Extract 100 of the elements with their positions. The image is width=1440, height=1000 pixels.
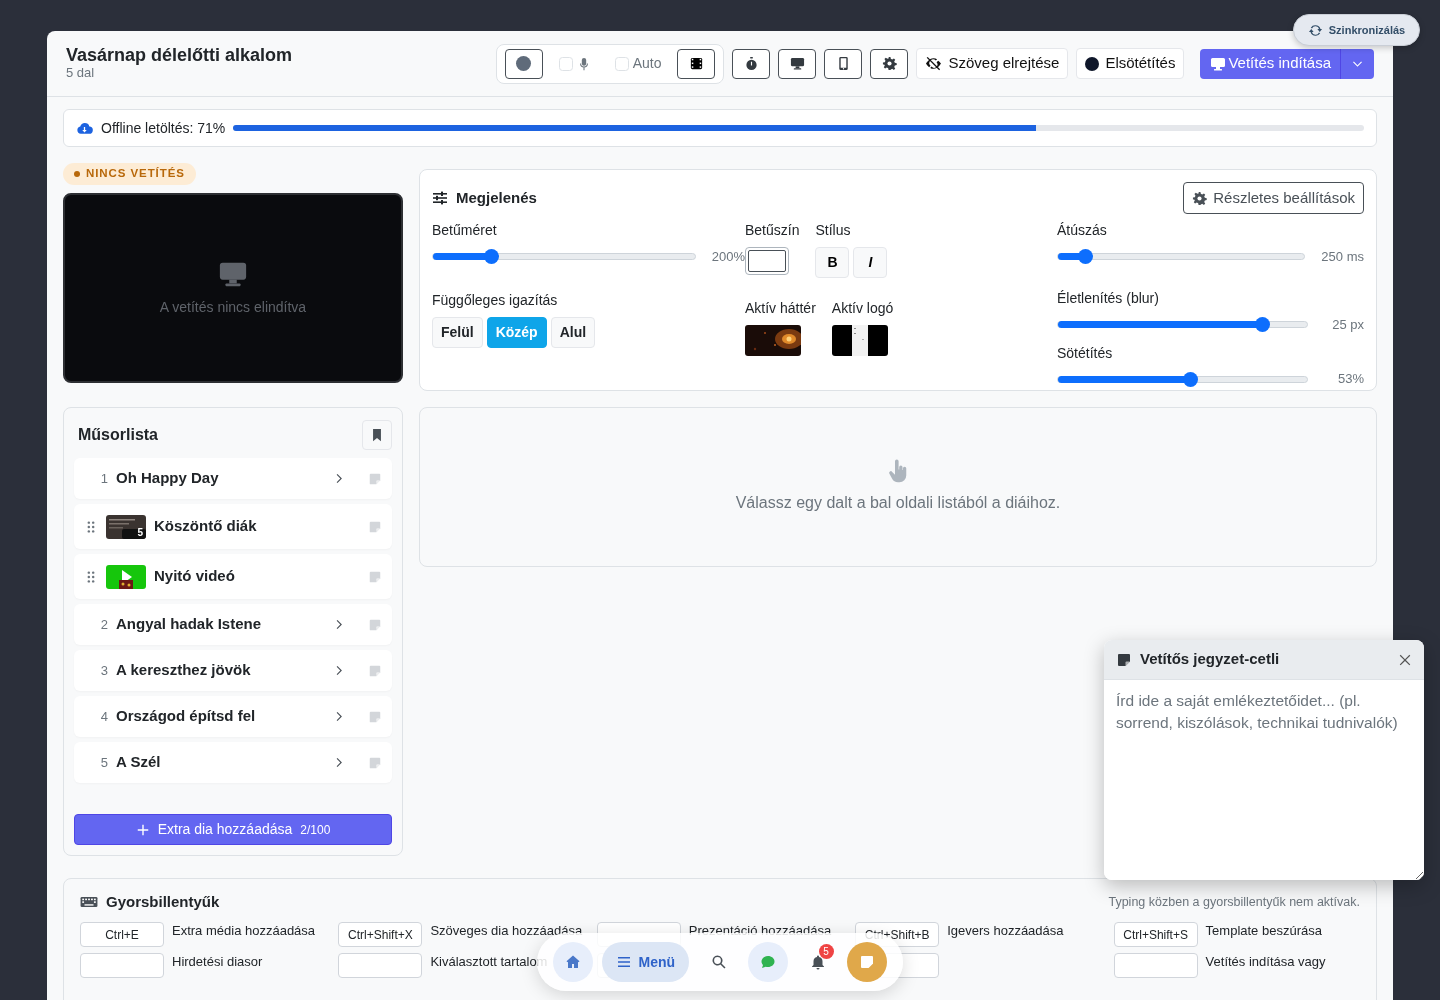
slider-thumb[interactable] <box>1182 371 1198 387</box>
eye-slash-icon <box>925 55 943 72</box>
note-icon <box>368 519 382 534</box>
record-button[interactable] <box>504 48 543 79</box>
note-icon <box>368 617 382 632</box>
empty-state-message: Válassz egy dalt a bal oldali listából a diáihoz. <box>735 493 1061 513</box>
auto-checkbox[interactable] <box>614 56 629 71</box>
song-count: 5 dal <box>66 66 96 81</box>
transition-slider[interactable] <box>1057 249 1306 264</box>
shortcut-label: Vetítés indítása vagy <box>1205 952 1326 971</box>
playlist-item[interactable]: 2 Angyal hadak Istene <box>74 604 392 645</box>
note-icon <box>368 755 382 770</box>
item-title: Köszöntő diák <box>154 516 257 537</box>
section-title: Műsorlista <box>78 425 158 445</box>
item-title: Országod építsd fel <box>116 706 256 727</box>
key-cap: Ctrl+E <box>80 921 164 947</box>
home-icon <box>565 954 581 970</box>
blur-slider[interactable] <box>1057 317 1308 332</box>
search-icon <box>710 954 727 970</box>
bell-button[interactable]: 5 <box>797 942 838 982</box>
font-size-slider[interactable] <box>432 249 696 264</box>
field-label: Aktív háttér <box>745 299 816 317</box>
field-label: Függőleges igazítás <box>432 292 559 310</box>
offline-label: Offline letöltés: 71% <box>101 118 226 138</box>
playlist-item[interactable]: Nyitó videó <box>74 554 392 599</box>
stopwatch-icon <box>743 56 759 71</box>
shortcut-label: Hirdetési diasor <box>172 952 263 971</box>
note-input-field[interactable]: Írd ide a saját emlékeztetőidet... (pl. sorrend, kiszólások, technikai tudnivalók) <box>1104 680 1424 880</box>
item-title: A kereszthez jövök <box>116 660 251 681</box>
preview-message: A vetítés nincs elindítva <box>159 297 307 317</box>
settings-button[interactable] <box>870 48 909 79</box>
shortcut-label: Igevers hozzáadása <box>947 921 1064 940</box>
bookmark-button[interactable] <box>362 420 392 450</box>
close-icon <box>1398 652 1412 667</box>
sync-button[interactable]: Szinkronizálás <box>1293 14 1420 46</box>
key-cap: Ctrl+Shift+S <box>1113 921 1198 947</box>
italic-button[interactable]: I <box>853 246 888 278</box>
slider-value: 250 ms <box>1321 247 1364 266</box>
item-number: 5 <box>99 753 108 772</box>
shortcut-label: Prezentáció hozzáadása <box>688 921 832 940</box>
playlist-item[interactable]: 5 A Szél <box>74 742 392 783</box>
add-extra-slide-button[interactable]: Extra dia hozzáadása 2/100 <box>74 814 392 845</box>
blackout-button[interactable]: Elsötétítés <box>1076 48 1185 79</box>
bold-button[interactable]: B <box>815 246 850 278</box>
phone-button[interactable] <box>824 48 863 79</box>
sync-icon <box>1307 22 1323 38</box>
shortcuts-note: Typing közben a gyorsbillentyűk nem aktívak. <box>1108 893 1360 911</box>
note-icon <box>1116 651 1132 668</box>
note-icon <box>368 663 382 678</box>
panel-title: Vetítős jegyzet-cetli <box>1140 649 1280 670</box>
playlist-item[interactable]: 5 Köszöntő diák <box>74 504 392 549</box>
slider-thumb[interactable] <box>483 249 499 265</box>
slider-thumb[interactable] <box>1078 249 1094 265</box>
monitor-icon <box>789 56 805 71</box>
chat-button[interactable] <box>748 942 788 982</box>
home-button[interactable] <box>553 942 593 982</box>
item-title: Oh Happy Day <box>116 468 219 489</box>
bell-icon <box>809 954 826 970</box>
timer-button[interactable] <box>732 48 771 79</box>
film-icon <box>688 56 704 71</box>
item-title: A Szél <box>116 752 161 773</box>
chat-bubble-icon <box>760 954 776 970</box>
field-label: Sötétítés <box>1057 344 1114 362</box>
monitor-icon <box>1210 55 1227 72</box>
item-number: 1 <box>99 469 108 488</box>
playlist-item[interactable]: 3 A kereszthez jövök <box>74 650 392 691</box>
hide-text-button[interactable]: Szöveg elrejtése <box>916 48 1069 79</box>
settings-icon <box>1192 190 1208 206</box>
field-label: Aktív logó <box>831 299 894 317</box>
mic-checkbox[interactable] <box>558 56 573 71</box>
playlist-item[interactable]: 1 Oh Happy Day <box>74 458 392 499</box>
section-title: Gyorsbillentyűk <box>106 892 220 912</box>
align-option[interactable]: Alul <box>550 317 596 349</box>
slide-count: 5 <box>137 527 143 538</box>
section-title: Megjelenés <box>456 187 537 208</box>
dropdown-toggle-button[interactable] <box>1340 48 1374 79</box>
slide-limit: 2/100 <box>300 821 331 839</box>
advanced-settings-button[interactable]: Részletes beállítások <box>1183 182 1364 214</box>
color-swatch[interactable] <box>745 246 789 275</box>
shortcut-label: Extra média hozzáadása <box>172 921 316 940</box>
align-option[interactable]: Felül <box>432 317 483 349</box>
close-button[interactable] <box>1398 652 1412 667</box>
bookmark-icon <box>370 428 384 442</box>
notification-badge: 5 <box>818 944 834 959</box>
shortcut-label: Template beszúrása <box>1205 921 1322 940</box>
start-projection-button[interactable]: Vetítés indítása <box>1200 48 1340 79</box>
slider-thumb[interactable] <box>1255 317 1271 333</box>
item-number: 4 <box>99 707 108 726</box>
sliders-icon <box>432 190 448 206</box>
circle-icon <box>1085 56 1100 71</box>
film-button[interactable] <box>677 48 716 79</box>
settings-icon <box>881 56 897 71</box>
field-label: Stílus <box>815 222 852 239</box>
monitor-button[interactable] <box>778 48 817 79</box>
playlist-item[interactable]: 4 Országod építsd fel <box>74 696 392 737</box>
darken-slider[interactable] <box>1057 372 1308 387</box>
note-icon <box>368 709 382 724</box>
status-label: NINCS VETÍTÉS <box>86 166 185 182</box>
field-label: Életlenítés (blur) <box>1057 290 1160 308</box>
note-icon <box>859 954 875 970</box>
